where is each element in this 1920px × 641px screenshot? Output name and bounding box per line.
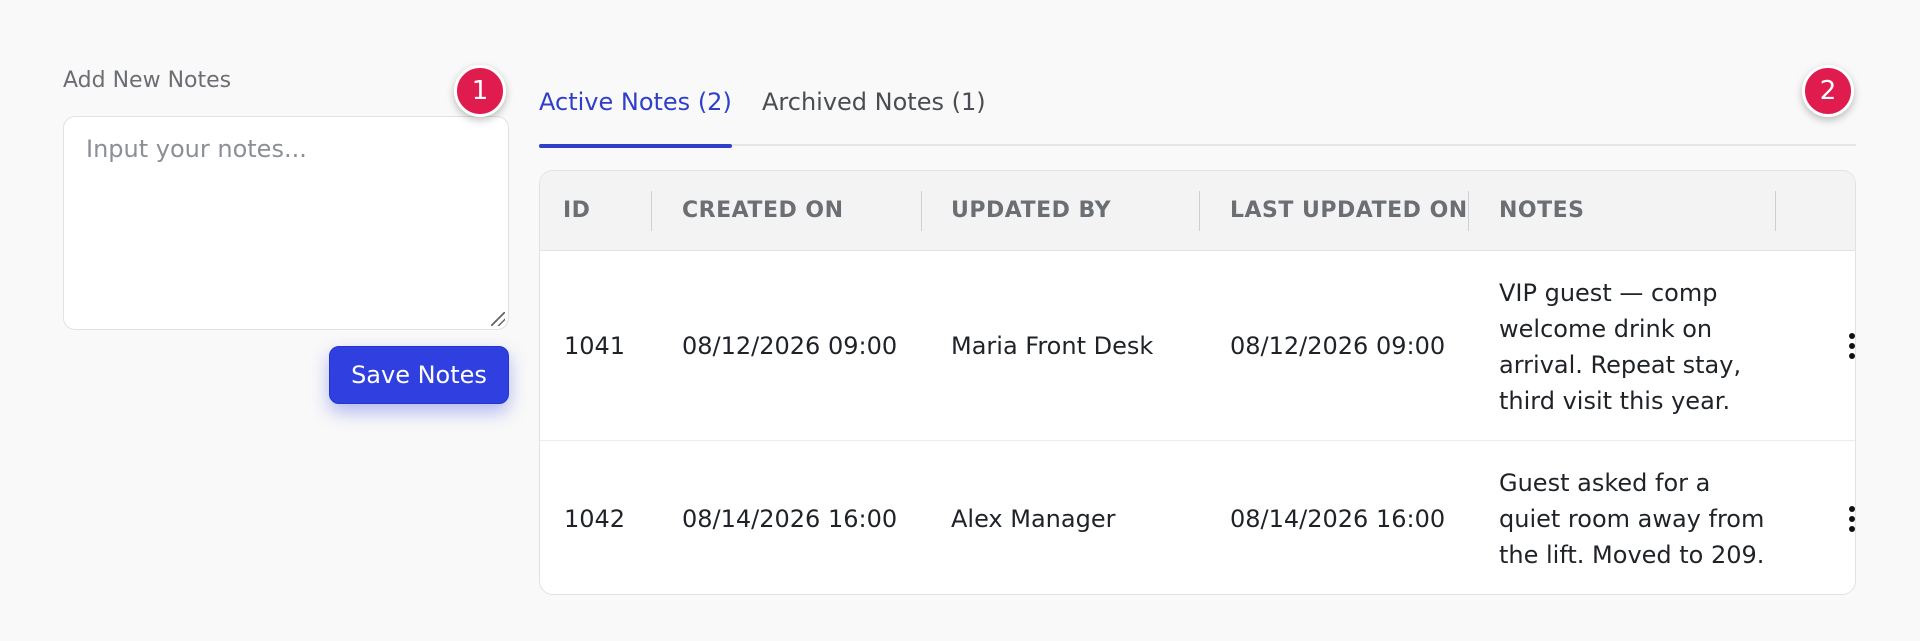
column-divider <box>921 191 922 231</box>
save-notes-button[interactable]: Save Notes <box>329 346 509 404</box>
column-header-id: ID <box>563 198 591 223</box>
add-notes-panel: Add New Notes Save Notes <box>63 66 509 404</box>
column-header-created-on: CREATED ON <box>682 198 844 223</box>
table-row: 1042 08/14/2026 16:00 Alex Manager 08/14… <box>540 442 1855 594</box>
step-badge-1: 1 <box>454 65 506 117</box>
column-divider <box>1775 191 1776 231</box>
cell-notes: VIP guest — comp welcome drink on arriva… <box>1499 279 1742 415</box>
column-divider <box>1468 191 1469 231</box>
cell-created-on: 08/12/2026 09:00 <box>682 331 898 360</box>
column-divider <box>1199 191 1200 231</box>
tab-archived-notes[interactable]: Archived Notes (1) <box>762 84 986 146</box>
notes-input[interactable] <box>63 116 509 330</box>
kebab-menu-icon[interactable] <box>1840 501 1855 537</box>
table-row: 1041 08/12/2026 09:00 Maria Front Desk 0… <box>540 251 1855 441</box>
cell-id: 1041 <box>564 331 626 360</box>
cell-last-updated-on: 08/14/2026 16:00 <box>1230 505 1446 533</box>
column-header-last-updated-on: LAST UPDATED ON <box>1230 198 1468 223</box>
cell-id: 1042 <box>564 505 626 533</box>
cell-notes: Guest asked for a quiet room away from t… <box>1499 469 1765 569</box>
column-divider <box>651 191 652 231</box>
cell-updated-by: Alex Manager <box>951 505 1116 533</box>
notes-tabs: Active Notes (2) Archived Notes (1) <box>539 84 1856 148</box>
tab-active-notes[interactable]: Active Notes (2) <box>539 84 732 148</box>
kebab-menu-icon[interactable] <box>1840 328 1855 364</box>
cell-created-on: 08/14/2026 16:00 <box>682 505 898 533</box>
add-notes-label: Add New Notes <box>63 68 232 93</box>
cell-updated-by: Maria Front Desk <box>951 331 1154 360</box>
table-header: ID CREATED ON UPDATED BY LAST UPDATED ON… <box>540 171 1855 251</box>
column-header-notes: NOTES <box>1499 198 1585 223</box>
resize-handle-icon[interactable] <box>491 312 505 326</box>
notes-table: ID CREATED ON UPDATED BY LAST UPDATED ON… <box>539 170 1856 595</box>
cell-last-updated-on: 08/12/2026 09:00 <box>1230 331 1446 360</box>
column-header-updated-by: UPDATED BY <box>951 198 1112 223</box>
